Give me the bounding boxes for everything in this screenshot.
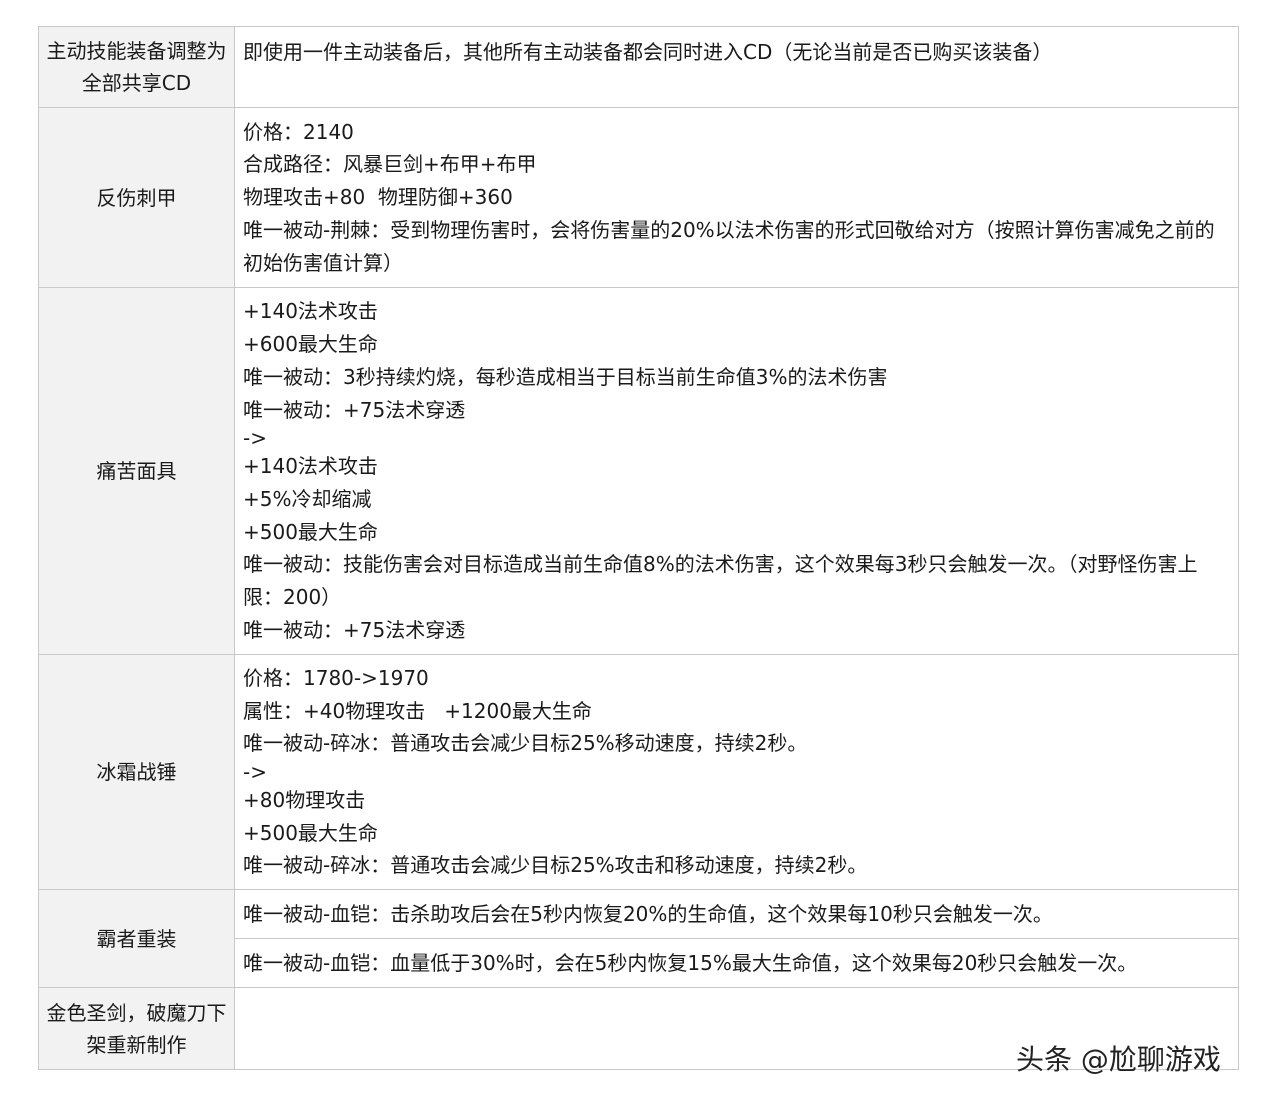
value-line: 唯一被动-荆棘：受到物理伤害时，会将伤害量的20%以法术伤害的形式回敬给对方（按… [243, 217, 1215, 275]
value-line: 唯一被动：+75法术穿透 [243, 397, 466, 422]
value-line: 唯一被动：技能伤害会对目标造成当前生命值8%的法术伤害，这个效果每3秒只会触发一… [243, 552, 1198, 610]
row-value: 唯一被动-血铠：击杀助攻后会在5秒内恢复20%的生命值，这个效果每10秒只会触发… [234, 889, 1239, 939]
value-line: 即使用一件主动装备后，其他所有主动装备都会同时进入CD（无论当前是否已购买该装备… [243, 40, 1053, 64]
value-line: +5%冷却缩减 [243, 487, 372, 511]
row-label: 霸者重装 [38, 889, 235, 988]
table-row: 主动技能装备调整为全部共享CD 即使用一件主动装备后，其他所有主动装备都会同时进… [38, 26, 1239, 108]
row-label: 反伤刺甲 [38, 107, 235, 288]
value-line: +500最大生命 [243, 820, 378, 845]
row-value: +140法术攻击 +600最大生命 唯一被动：3秒持续灼烧，每秒造成相当于目标当… [234, 287, 1239, 655]
value-line: +500最大生命 [243, 519, 378, 544]
value-line: 唯一被动：3秒持续灼烧，每秒造成相当于目标当前生命值3%的法术伤害 [243, 364, 888, 389]
value-line: 价格：2140 [243, 119, 354, 144]
row-value: 价格：1780->1970 属性：+40物理攻击 +1200最大生命 唯一被动-… [234, 654, 1239, 890]
table-row: 痛苦面具 +140法术攻击 +600最大生命 唯一被动：3秒持续灼烧，每秒造成相… [38, 287, 1239, 655]
row-value: 价格：2140 合成路径：风暴巨剑+布甲+布甲 物理攻击+80 物理防御+360… [234, 107, 1239, 288]
value-line: -> [243, 760, 267, 784]
value-line: 唯一被动-碎冰：普通攻击会减少目标25%攻击和移动速度，持续2秒。 [243, 853, 868, 878]
value-line: 物理攻击+80 物理防御+360 [243, 185, 513, 210]
value-line: +140法术攻击 [243, 299, 378, 324]
value-line: 唯一被动-血铠：击杀助攻后会在5秒内恢复20%的生命值，这个效果每10秒只会触发… [243, 901, 1053, 926]
watermark-text: 头条 @尬聊游戏 [1016, 1043, 1221, 1076]
row-label-text: 主动技能装备调整为全部共享CD [46, 39, 227, 95]
row-label-text: 霸者重装 [96, 926, 177, 951]
row-label-text: 痛苦面具 [96, 459, 177, 483]
table-row: 霸者重装 唯一被动-血铠：击杀助攻后会在5秒内恢复20%的生命值，这个效果每10… [38, 889, 1239, 988]
value-line: -> [243, 426, 267, 451]
value-line: 唯一被动：+75法术穿透 [243, 617, 466, 642]
value-line: 唯一被动-血铠：血量低于30%时，会在5秒内恢复15%最大生命值，这个效果每20… [243, 950, 1138, 975]
patch-notes-table: 主动技能装备调整为全部共享CD 即使用一件主动装备后，其他所有主动装备都会同时进… [38, 26, 1239, 1070]
row-label: 冰霜战锤 [38, 654, 235, 890]
value-line: +600最大生命 [243, 332, 378, 357]
value-line: 合成路径：风暴巨剑+布甲+布甲 [243, 152, 537, 177]
value-line: 价格：1780->1970 [243, 665, 429, 690]
row-label-text: 反伤刺甲 [96, 185, 177, 210]
value-line: +80物理攻击 [243, 788, 366, 812]
row-label: 主动技能装备调整为全部共享CD [38, 26, 235, 108]
row-label-text: 冰霜战锤 [96, 760, 177, 784]
value-line: 唯一被动-碎冰：普通攻击会减少目标25%移动速度，持续2秒。 [243, 731, 808, 756]
row-value: 即使用一件主动装备后，其他所有主动装备都会同时进入CD（无论当前是否已购买该装备… [234, 26, 1239, 108]
value-line: +140法术攻击 [243, 454, 378, 479]
row-value: 唯一被动-血铠：血量低于30%时，会在5秒内恢复15%最大生命值，这个效果每20… [234, 938, 1239, 988]
table-row: 冰霜战锤 价格：1780->1970 属性：+40物理攻击 +1200最大生命 … [38, 654, 1239, 890]
row-label-text: 金色圣剑，破魔刀下架重新制作 [46, 1000, 227, 1057]
table-row: 反伤刺甲 价格：2140 合成路径：风暴巨剑+布甲+布甲 物理攻击+80 物理防… [38, 107, 1239, 288]
value-line: 属性：+40物理攻击 +1200最大生命 [243, 698, 592, 723]
row-label: 痛苦面具 [38, 287, 235, 655]
row-label: 金色圣剑，破魔刀下架重新制作 [38, 987, 235, 1070]
